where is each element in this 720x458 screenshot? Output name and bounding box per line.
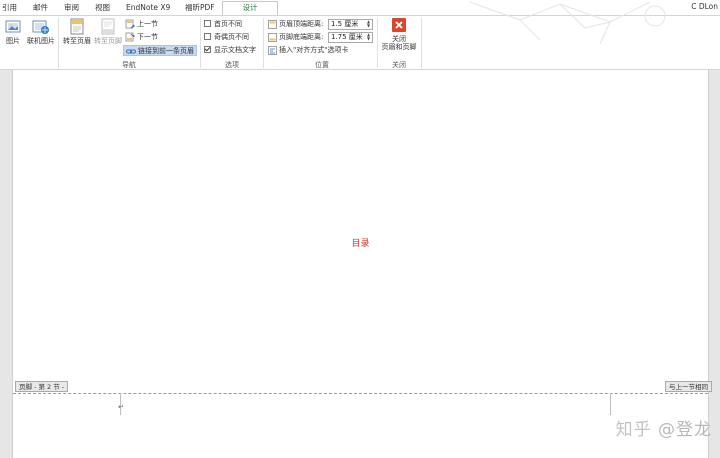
odd-even-different-checkbox[interactable]: 奇偶页不同 <box>204 32 249 43</box>
insert-alignment-tab-button[interactable]: 插入"对齐方式"选项卡 <box>268 45 348 56</box>
show-document-text-label: 显示文档文字 <box>214 46 256 54</box>
goto-header-label: 转至页眉 <box>63 37 91 45</box>
insert-alignment-tab-label: 插入"对齐方式"选项卡 <box>279 46 349 54</box>
close-group-label: 关闭 <box>392 61 406 69</box>
close-icon <box>392 18 406 32</box>
navigation-group-label: 导航 <box>122 61 136 69</box>
goto-footer-label: 转至页脚 <box>94 37 122 45</box>
link-icon <box>126 49 136 53</box>
next-section-icon <box>125 32 135 42</box>
header-distance-icon <box>268 19 277 29</box>
footer-bottom-distance-value: 1.75 厘米 <box>331 33 363 41</box>
user-account-label[interactable]: C DLon <box>691 2 718 11</box>
next-section-button[interactable]: 下一节 <box>125 32 158 43</box>
goto-footer-button[interactable]: 转至页脚 <box>93 18 123 45</box>
online-picture-icon <box>32 20 49 34</box>
right-margin-mark <box>610 393 611 415</box>
online-picture-label: 联机图片 <box>27 37 55 45</box>
footer-bottom-distance-label: 页脚底端距离: <box>279 33 324 41</box>
goto-header-icon <box>70 18 84 35</box>
odd-even-different-label: 奇偶页不同 <box>214 33 249 41</box>
odd-even-different-box[interactable] <box>204 32 211 40</box>
tab-view[interactable]: 视图 <box>95 2 110 15</box>
watermark: 知乎 @登龙 <box>616 415 712 440</box>
same-as-previous-tag: 与上一节相同 <box>665 381 712 392</box>
footer-distance-icon <box>268 32 277 42</box>
group-separator <box>377 18 378 68</box>
first-page-different-label: 首页不同 <box>214 20 242 28</box>
group-separator <box>58 18 59 68</box>
header-top-distance-row: 页眉顶端距离: <box>268 19 323 30</box>
header-top-distance-value: 1.5 厘米 <box>331 20 359 28</box>
link-to-previous-label: 链接到前一条页眉 <box>138 47 194 55</box>
goto-header-button[interactable]: 转至页眉 <box>62 18 92 45</box>
prev-section-icon <box>125 19 135 29</box>
options-group-label: 选项 <box>225 61 239 69</box>
document-page[interactable]: 目录 页脚 - 第 2 节 - 与上一节相同 ↵ <box>12 70 712 458</box>
prev-section-button[interactable]: 上一节 <box>125 19 158 30</box>
group-separator <box>421 18 422 68</box>
close-button-line2: 页眉和页脚 <box>381 43 417 51</box>
document-body-text[interactable]: 目录 <box>13 236 708 249</box>
close-header-footer-button[interactable]: 关闭 页眉和页脚 <box>379 18 419 51</box>
footer-bottom-distance-row: 页脚底端距离: <box>268 32 323 43</box>
header-top-spinner[interactable]: ▲ ▼ <box>366 20 371 29</box>
tab-foxit-pdf[interactable]: 福昕PDF <box>185 2 215 15</box>
group-separator <box>200 18 201 68</box>
next-section-label: 下一节 <box>137 33 158 41</box>
picture-icon <box>5 20 21 33</box>
footer-section-tag: 页脚 - 第 2 节 - <box>15 381 69 392</box>
picture-label: 图片 <box>6 37 20 45</box>
goto-footer-icon <box>101 18 115 35</box>
close-button-line1: 关闭 <box>392 35 406 43</box>
group-separator <box>263 18 264 68</box>
tab-design[interactable]: 设计 <box>222 1 278 16</box>
prev-section-label: 上一节 <box>137 20 158 28</box>
first-page-different-checkbox[interactable]: 首页不同 <box>204 19 242 30</box>
show-document-text-checkbox[interactable]: 显示文档文字 <box>204 45 256 56</box>
paragraph-mark: ↵ <box>118 403 124 411</box>
first-page-different-box[interactable] <box>204 19 211 27</box>
picture-button[interactable]: 图片 <box>2 18 24 45</box>
ribbon-tab-bar: 引用 邮件 审阅 视图 EndNote X9 福昕PDF 设计 C DLon <box>0 0 720 16</box>
position-group-label: 位置 <box>315 61 329 69</box>
alignment-tab-icon <box>268 45 277 55</box>
footer-bottom-spinner[interactable]: ▲ ▼ <box>366 33 371 42</box>
watermark-site: 知乎 <box>615 420 652 440</box>
online-picture-button[interactable]: 联机图片 <box>26 18 56 45</box>
tab-review[interactable]: 审阅 <box>64 2 79 15</box>
ribbon-panel: 图片 联机图片 转至页眉 转至页脚 上一节 下一节 链接到前一条页眉 导航 首页… <box>0 15 720 70</box>
header-top-distance-input[interactable]: 1.5 厘米 ▲ ▼ <box>328 19 373 30</box>
show-document-text-box[interactable] <box>204 45 211 53</box>
footer-boundary-line <box>13 393 708 394</box>
tab-references[interactable]: 引用 <box>2 2 17 15</box>
link-to-previous-button[interactable]: 链接到前一条页眉 <box>123 45 197 56</box>
footer-bottom-distance-input[interactable]: 1.75 厘米 ▲ ▼ <box>328 32 373 43</box>
tab-endnote[interactable]: EndNote X9 <box>126 2 170 15</box>
watermark-handle: @登龙 <box>658 420 712 440</box>
tab-mailings[interactable]: 邮件 <box>33 2 48 15</box>
header-top-distance-label: 页眉顶端距离: <box>279 20 324 28</box>
